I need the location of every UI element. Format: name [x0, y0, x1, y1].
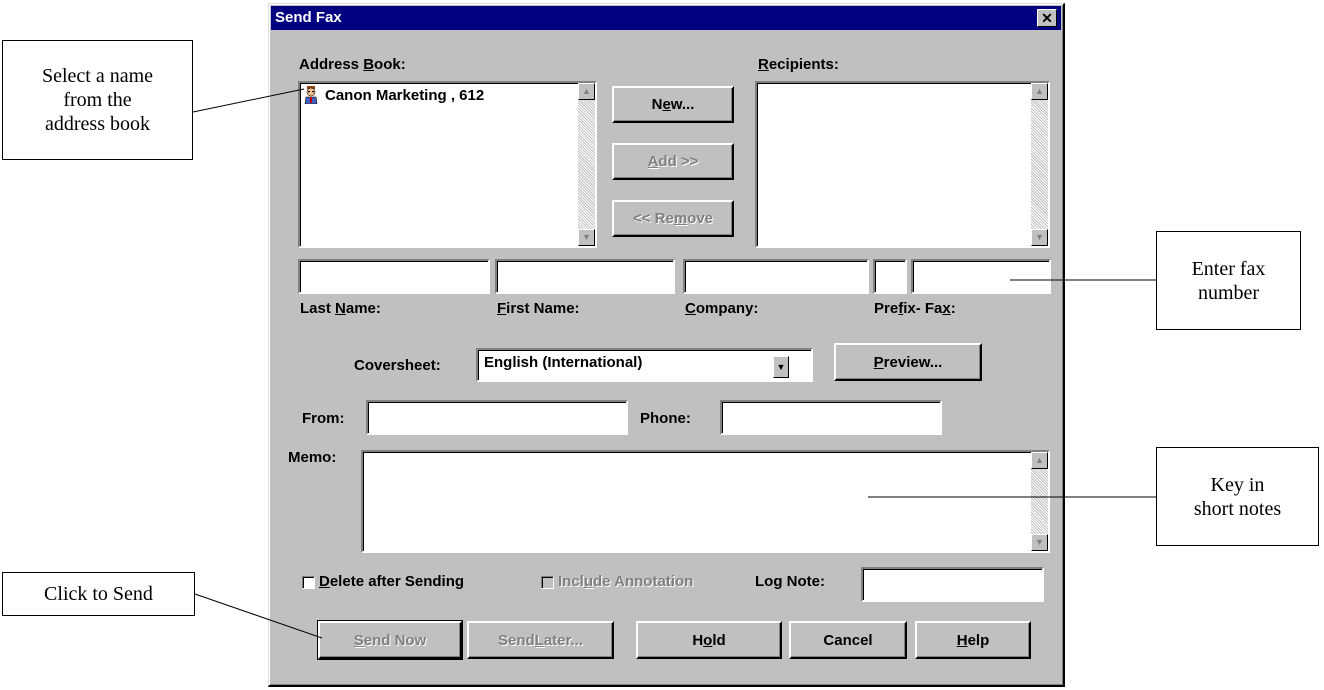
close-button[interactable]: ✕ — [1037, 9, 1057, 27]
scroll-down-arrow-icon[interactable]: ▼ — [578, 229, 595, 246]
address-book-item[interactable]: Canon Marketing , 612 — [300, 83, 577, 109]
new-button[interactable]: Ne w... — [612, 86, 734, 123]
callout-click-send-text: Click to Send — [44, 583, 153, 605]
prefix-fax-label: Prefix- Fax: — [874, 300, 956, 317]
address-book-item-label: Canon Marketing , 612 — [325, 87, 485, 104]
last-name-input[interactable] — [298, 259, 490, 294]
address-book-list[interactable]: Canon Marketing , 612 ▲ ▼ — [298, 81, 597, 248]
callout-select-name: Select a name from the address book — [2, 40, 193, 160]
log-note-input[interactable] — [861, 567, 1044, 602]
first-name-label: First Name: — [497, 300, 580, 317]
person-icon — [304, 86, 318, 104]
hold-button[interactable]: Ho ld — [636, 621, 782, 659]
address-book-scrollbar[interactable]: ▲ ▼ — [578, 83, 595, 246]
memo-scrollbar[interactable]: ▲ ▼ — [1031, 452, 1048, 551]
recipients-list[interactable]: ▲ ▼ — [755, 81, 1050, 248]
last-name-label: Last Name: — [300, 300, 381, 317]
phone-label: Phone: — [640, 410, 691, 427]
company-label: Company: — [685, 300, 759, 317]
send-fax-dialog: Send Fax ✕ Address Book: Canon Marketing… — [268, 3, 1065, 687]
scroll-down-arrow-icon[interactable]: ▼ — [1031, 229, 1048, 246]
log-note-label: Log Note: — [755, 573, 825, 590]
callout-click-send: Click to Send — [2, 572, 195, 616]
title-bar[interactable]: Send Fax ✕ — [271, 6, 1061, 30]
callout-enter-fax: Enter fax number — [1156, 231, 1301, 330]
cancel-button[interactable]: Cancel — [789, 621, 907, 659]
preview-button[interactable]: Preview... — [834, 343, 982, 381]
memo-label: Memo: — [288, 449, 337, 466]
help-button[interactable]: Help — [915, 621, 1031, 659]
scroll-up-arrow-icon[interactable]: ▲ — [1031, 83, 1048, 100]
dialog-title: Send Fax — [275, 9, 342, 26]
recipients-label: Recipients: — [758, 56, 839, 73]
callout-select-name-text: Select a name from the address book — [41, 65, 154, 135]
first-name-input[interactable] — [495, 259, 675, 294]
delete-after-sending-checkbox[interactable] — [302, 576, 315, 589]
callout-key-in-notes-text: Key in short notes — [1193, 473, 1282, 520]
scroll-up-arrow-icon[interactable]: ▲ — [578, 83, 595, 100]
recipients-scrollbar[interactable]: ▲ ▼ — [1031, 83, 1048, 246]
scroll-up-arrow-icon[interactable]: ▲ — [1031, 452, 1048, 469]
close-icon: ✕ — [1041, 10, 1053, 26]
memo-textarea[interactable]: ▲ ▼ — [361, 450, 1050, 553]
fax-input[interactable] — [911, 259, 1051, 294]
scroll-down-arrow-icon[interactable]: ▼ — [1031, 534, 1048, 551]
include-annotation-label[interactable]: Include Annotation — [558, 573, 693, 590]
send-later-button[interactable]: Send Later... — [467, 621, 614, 659]
from-input[interactable] — [366, 400, 628, 435]
company-input[interactable] — [683, 259, 869, 294]
prefix-input[interactable] — [873, 259, 907, 294]
coversheet-select[interactable]: English (International) ▼ — [476, 348, 813, 382]
callout-key-in-notes: Key in short notes — [1156, 447, 1319, 546]
address-book-label: Address Book: — [299, 56, 406, 73]
coversheet-selected-value: English (International) — [484, 354, 643, 371]
coversheet-label: Coversheet: — [354, 357, 441, 374]
chevron-down-icon[interactable]: ▼ — [773, 356, 789, 378]
phone-input[interactable] — [720, 400, 942, 435]
add-button[interactable]: Add >> — [612, 143, 734, 180]
callout-enter-fax-text: Enter fax number — [1191, 257, 1266, 304]
include-annotation-checkbox[interactable] — [541, 576, 554, 589]
delete-after-sending-label[interactable]: Delete after Sending — [319, 573, 464, 590]
remove-button[interactable]: << Re m ove — [612, 200, 734, 237]
send-now-button[interactable]: Send Now — [317, 620, 463, 660]
from-label: From: — [302, 410, 345, 427]
